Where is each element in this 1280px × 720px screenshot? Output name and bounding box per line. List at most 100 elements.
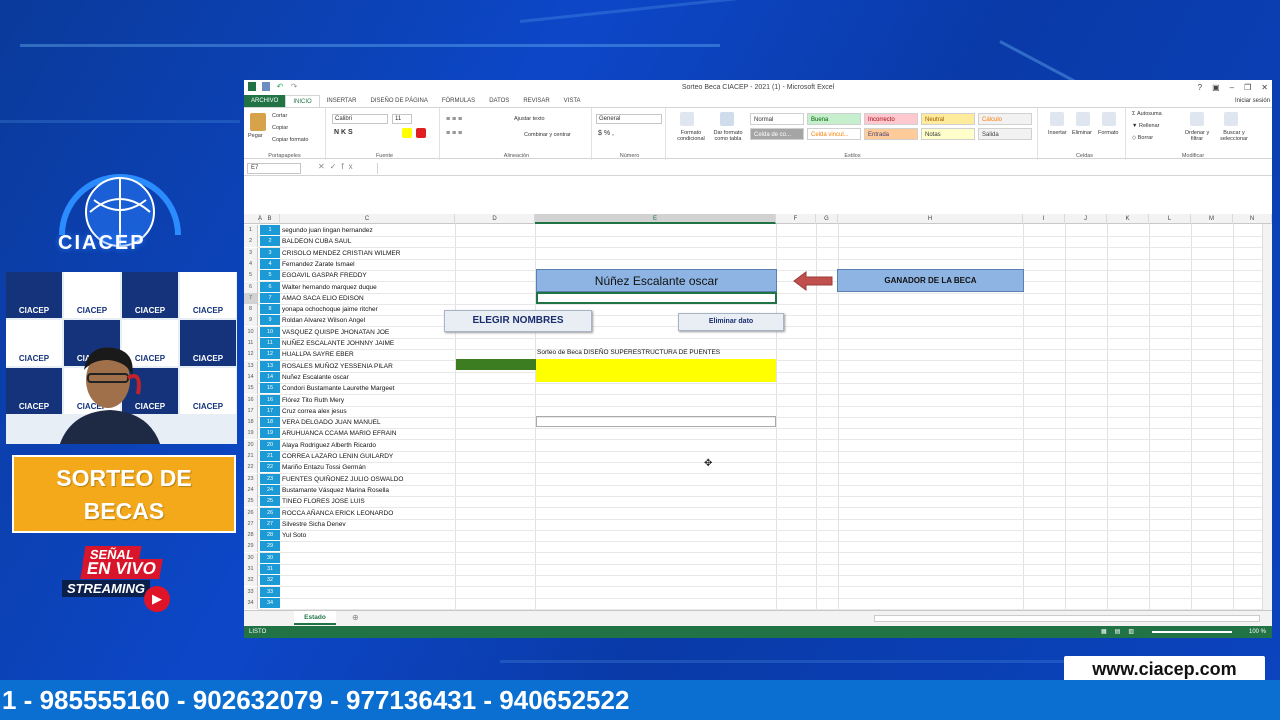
col-header[interactable]: H — [838, 214, 1023, 224]
name-cell[interactable]: Condori Bustamante Laurethe Margeet — [282, 383, 455, 394]
format-as-table-icon[interactable] — [720, 112, 734, 126]
row-number[interactable]: 18 — [244, 417, 258, 429]
sheet-tab-estado[interactable]: Estado — [294, 611, 336, 625]
row-number[interactable]: 19 — [244, 428, 258, 440]
conditional-format-icon[interactable] — [680, 112, 694, 126]
format-as-table-button[interactable]: Dar formato como tabla — [708, 130, 748, 142]
row-number[interactable]: 28 — [244, 530, 258, 542]
row-number[interactable]: 7 — [244, 292, 258, 304]
save-icon[interactable] — [262, 82, 270, 91]
font-size-select[interactable]: 11 — [392, 114, 412, 124]
name-cell[interactable] — [282, 553, 455, 564]
name-cell[interactable]: FUENTES QUIÑONEZ JULIO OSWALDO — [282, 474, 455, 485]
index-cell[interactable]: 9 — [260, 315, 280, 327]
tab-insertar[interactable]: INSERTAR — [320, 95, 364, 107]
index-cell[interactable]: 10 — [260, 326, 280, 338]
col-header[interactable]: G — [816, 214, 838, 224]
selected-cell-e7[interactable] — [536, 292, 777, 304]
paste-button[interactable]: Pegar — [248, 133, 263, 139]
row-number[interactable]: 17 — [244, 405, 258, 417]
col-header[interactable]: J — [1065, 214, 1107, 224]
col-header[interactable]: B — [260, 214, 280, 224]
index-cell[interactable]: 3 — [260, 247, 280, 259]
style-normal[interactable]: Normal — [750, 113, 804, 125]
row-number[interactable]: 24 — [244, 484, 258, 496]
redo-icon[interactable]: ↷ — [290, 82, 298, 91]
copy-button[interactable]: Copiar — [272, 125, 288, 131]
name-cell[interactable]: AMAO SACA ELIO EDISON — [282, 293, 455, 304]
minimize-icon[interactable]: – — [1230, 80, 1234, 95]
row-number[interactable]: 32 — [244, 575, 258, 587]
conditional-format-button[interactable]: Formato condicional — [672, 130, 710, 142]
style-salida[interactable]: Salida — [978, 128, 1032, 140]
name-cell[interactable]: Bustamante Vásquez Marina Rosella — [282, 485, 455, 496]
number-format-icons[interactable]: $ % , — [598, 130, 614, 137]
name-cell[interactable]: Nuñez Escalante oscar — [282, 372, 455, 383]
clear-button[interactable]: ◇ Borrar — [1132, 135, 1153, 141]
index-cell[interactable]: 6 — [260, 281, 280, 293]
style-calculo[interactable]: Cálculo — [978, 113, 1032, 125]
name-cell[interactable]: ROCCA AÑANCA ERICK LEONARDO — [282, 508, 455, 519]
style-celda-comprobacion[interactable]: Celda de co... — [750, 128, 804, 140]
name-cell[interactable] — [282, 541, 455, 552]
index-cell[interactable]: 33 — [260, 586, 280, 598]
row-number[interactable]: 34 — [244, 597, 258, 609]
col-header[interactable]: N — [1233, 214, 1272, 224]
fill-button[interactable]: ▼ Rellenar — [1132, 123, 1159, 129]
col-header[interactable]: F — [776, 214, 816, 224]
row-number[interactable]: 11 — [244, 338, 258, 349]
sort-filter-button[interactable]: Ordenar y filtrar — [1180, 130, 1214, 142]
col-header[interactable]: D — [455, 214, 535, 224]
format-painter-button[interactable]: Copiar formato — [272, 137, 308, 143]
number-format-select[interactable]: General — [596, 114, 662, 124]
align-icons-2[interactable]: ≡ ≡ ≡ — [446, 130, 462, 137]
name-cell[interactable]: Walter hernando marquez duque — [282, 282, 455, 293]
fill-color-icon[interactable] — [402, 128, 412, 138]
name-cell[interactable] — [282, 587, 455, 598]
style-buena[interactable]: Buena — [807, 113, 861, 125]
name-cell[interactable]: EGOAVIL GASPAR FREDDY — [282, 270, 455, 281]
name-cell[interactable] — [282, 598, 455, 609]
row-number[interactable]: 15 — [244, 383, 258, 395]
insert-button[interactable]: Insertar — [1048, 130, 1067, 136]
row-number[interactable]: 26 — [244, 507, 258, 519]
index-cell[interactable]: 22 — [260, 462, 280, 474]
cut-button[interactable]: Cortar — [272, 113, 287, 119]
index-cell[interactable]: 28 — [260, 530, 280, 542]
ribbon-display-icon[interactable]: ▣ — [1212, 80, 1220, 95]
zoom-level[interactable]: 100 % — [1249, 626, 1266, 638]
format-cells-icon[interactable] — [1102, 112, 1116, 126]
row-number[interactable]: 4 — [244, 258, 258, 270]
name-cell[interactable]: Silvestre Sicha Denev — [282, 519, 455, 530]
name-cell[interactable]: Yul Soto — [282, 530, 455, 541]
font-color-icon[interactable] — [416, 128, 426, 138]
index-cell[interactable]: 5 — [260, 270, 280, 282]
tab-datos[interactable]: DATOS — [482, 95, 516, 107]
col-header-selected[interactable]: E — [535, 214, 776, 224]
font-name-select[interactable]: Calibri — [332, 114, 388, 124]
index-cell[interactable]: 34 — [260, 597, 280, 609]
row-number[interactable]: 8 — [244, 304, 258, 316]
index-cell[interactable]: 14 — [260, 371, 280, 383]
name-cell[interactable]: HUALLPA SAYRE EBER — [282, 349, 455, 360]
row-number[interactable]: 30 — [244, 552, 258, 564]
row-number[interactable]: 5 — [244, 270, 258, 282]
index-cell[interactable]: 13 — [260, 360, 280, 372]
name-cell[interactable]: CORREA LAZARO LENIN GUILARDY — [282, 451, 455, 462]
index-cell[interactable]: 31 — [260, 564, 280, 575]
name-cell[interactable]: yonapa ochochoque jaime ritcher — [282, 304, 455, 315]
tab-revisar[interactable]: REVISAR — [516, 95, 556, 107]
row-number[interactable]: 29 — [244, 541, 258, 553]
index-cell[interactable]: 12 — [260, 349, 280, 361]
zoom-slider[interactable] — [1152, 631, 1232, 633]
excel-app-icon[interactable] — [248, 82, 256, 91]
row-number[interactable]: 20 — [244, 439, 258, 451]
format-button[interactable]: Formato — [1098, 130, 1118, 136]
row-number[interactable]: 3 — [244, 247, 258, 259]
name-cell[interactable]: Roldan Alvarez Wilson Angel — [282, 315, 455, 326]
index-cell[interactable]: 15 — [260, 383, 280, 395]
name-cell[interactable]: ARUHUANCA CCAMA MARIO EFRAIN — [282, 428, 455, 439]
index-cell[interactable]: 21 — [260, 451, 280, 462]
row-number[interactable]: 22 — [244, 462, 258, 474]
name-cell[interactable]: CRISOLO MENDEZ CRISTIAN WILMER — [282, 248, 455, 259]
